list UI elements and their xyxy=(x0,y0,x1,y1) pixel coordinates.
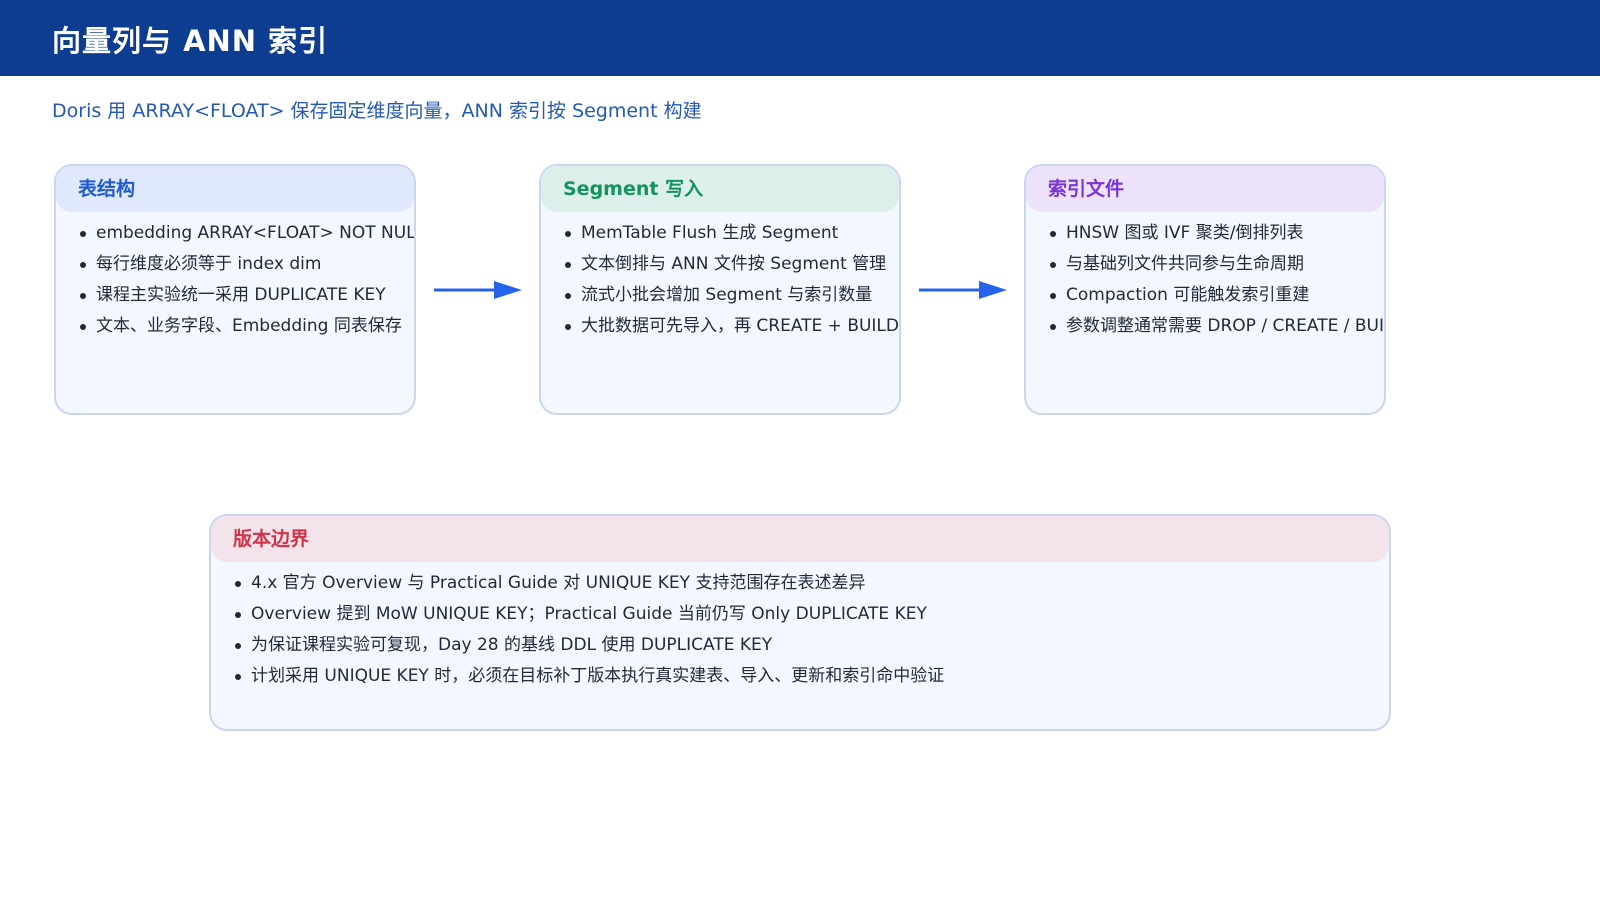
card-title: 索引文件 xyxy=(1026,166,1384,212)
list-item: 文本倒排与 ANN 文件按 Segment 管理 xyxy=(565,249,899,280)
list-item: 4.x 官方 Overview 与 Practical Guide 对 UNIQ… xyxy=(235,568,1389,599)
list-item: MemTable Flush 生成 Segment xyxy=(565,218,899,249)
card-segment-write: Segment 写入 MemTable Flush 生成 Segment 文本倒… xyxy=(539,164,901,415)
page-subtitle: Doris 用 ARRAY<FLOAT> 保存固定维度向量，ANN 索引按 Se… xyxy=(52,100,702,122)
card-table-schema: 表结构 embedding ARRAY<FLOAT> NOT NULL 每行维度… xyxy=(54,164,416,415)
list-item: 参数调整通常需要 DROP / CREATE / BUILD xyxy=(1050,311,1384,342)
card-bullet-list: 4.x 官方 Overview 与 Practical Guide 对 UNIQ… xyxy=(211,562,1389,692)
list-item: 课程主实验统一采用 DUPLICATE KEY xyxy=(80,280,414,311)
arrow-right-icon xyxy=(919,281,1007,299)
card-bullet-list: HNSW 图或 IVF 聚类/倒排列表 与基础列文件共同参与生命周期 Compa… xyxy=(1026,212,1384,342)
card-index-files: 索引文件 HNSW 图或 IVF 聚类/倒排列表 与基础列文件共同参与生命周期 … xyxy=(1024,164,1386,415)
list-item: 文本、业务字段、Embedding 同表保存 xyxy=(80,311,414,342)
list-item: Compaction 可能触发索引重建 xyxy=(1050,280,1384,311)
card-version-boundary: 版本边界 4.x 官方 Overview 与 Practical Guide 对… xyxy=(209,514,1391,731)
card-title: Segment 写入 xyxy=(541,166,899,212)
list-item: 大批数据可先导入，再 CREATE + BUILD xyxy=(565,311,899,342)
card-bullet-list: MemTable Flush 生成 Segment 文本倒排与 ANN 文件按 … xyxy=(541,212,899,342)
title-bar: 向量列与 ANN 索引 xyxy=(0,0,1600,76)
list-item: HNSW 图或 IVF 聚类/倒排列表 xyxy=(1050,218,1384,249)
card-bullet-list: embedding ARRAY<FLOAT> NOT NULL 每行维度必须等于… xyxy=(56,212,414,342)
list-item: 流式小批会增加 Segment 与索引数量 xyxy=(565,280,899,311)
list-item: embedding ARRAY<FLOAT> NOT NULL xyxy=(80,218,414,249)
list-item: 与基础列文件共同参与生命周期 xyxy=(1050,249,1384,280)
list-item: 为保证课程实验可复现，Day 28 的基线 DDL 使用 DUPLICATE K… xyxy=(235,630,1389,661)
card-title: 表结构 xyxy=(56,166,414,212)
page-title: 向量列与 ANN 索引 xyxy=(52,24,329,58)
list-item: 计划采用 UNIQUE KEY 时，必须在目标补丁版本执行真实建表、导入、更新和… xyxy=(235,661,1389,692)
list-item: 每行维度必须等于 index dim xyxy=(80,249,414,280)
list-item: Overview 提到 MoW UNIQUE KEY；Practical Gui… xyxy=(235,599,1389,630)
arrow-right-icon xyxy=(434,281,522,299)
card-title: 版本边界 xyxy=(211,516,1389,562)
